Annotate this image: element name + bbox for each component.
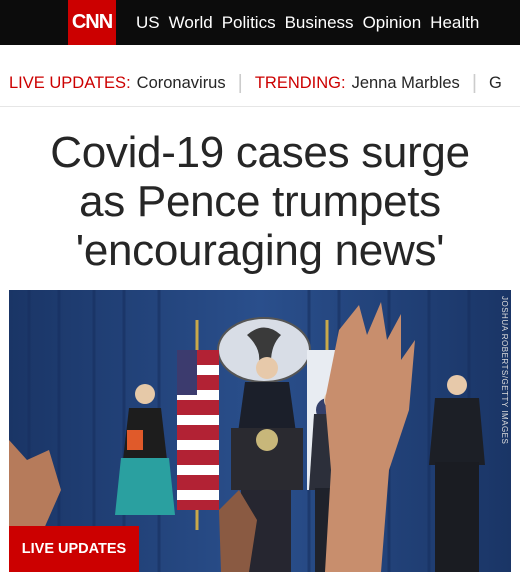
live-updates-link[interactable]: Coronavirus [137, 74, 226, 93]
trending-bar: LIVE UPDATES: Coronavirus | TRENDING: Je… [0, 60, 520, 106]
nav-item-us[interactable]: US [136, 13, 160, 33]
cnn-logo[interactable]: CNN [68, 0, 116, 45]
headline-line: Covid-19 cases surge [50, 128, 470, 177]
trending-link[interactable]: Jenna Marbles [352, 74, 460, 93]
nav-item-politics[interactable]: Politics [222, 13, 276, 33]
logo-text: CNN [71, 11, 113, 33]
photo-credit: JOSHUA ROBERTS/GETTY IMAGES [500, 296, 509, 445]
trending-link-next[interactable]: G [489, 74, 502, 93]
nav-item-world[interactable]: World [169, 13, 213, 33]
article-headline[interactable]: Covid-19 cases surge as Pence trumpets '… [0, 128, 520, 275]
live-updates-label: LIVE UPDATES: [9, 73, 131, 92]
trending-label: TRENDING: [254, 73, 346, 92]
live-updates-badge[interactable]: LIVE UPDATES [9, 526, 139, 572]
nav-item-health[interactable]: Health [430, 13, 479, 33]
main-nav: US World Politics Business Opinion Healt… [136, 0, 488, 45]
headline-line: as Pence trumpets [79, 177, 441, 226]
separator: | [471, 71, 478, 94]
divider [0, 106, 520, 107]
nav-item-opinion[interactable]: Opinion [363, 13, 422, 33]
separator: | [237, 71, 243, 94]
headline-line: 'encouraging news' [75, 226, 445, 275]
nav-item-business[interactable]: Business [285, 13, 354, 33]
top-navigation-bar: CNN US World Politics Business Opinion H… [0, 0, 520, 45]
